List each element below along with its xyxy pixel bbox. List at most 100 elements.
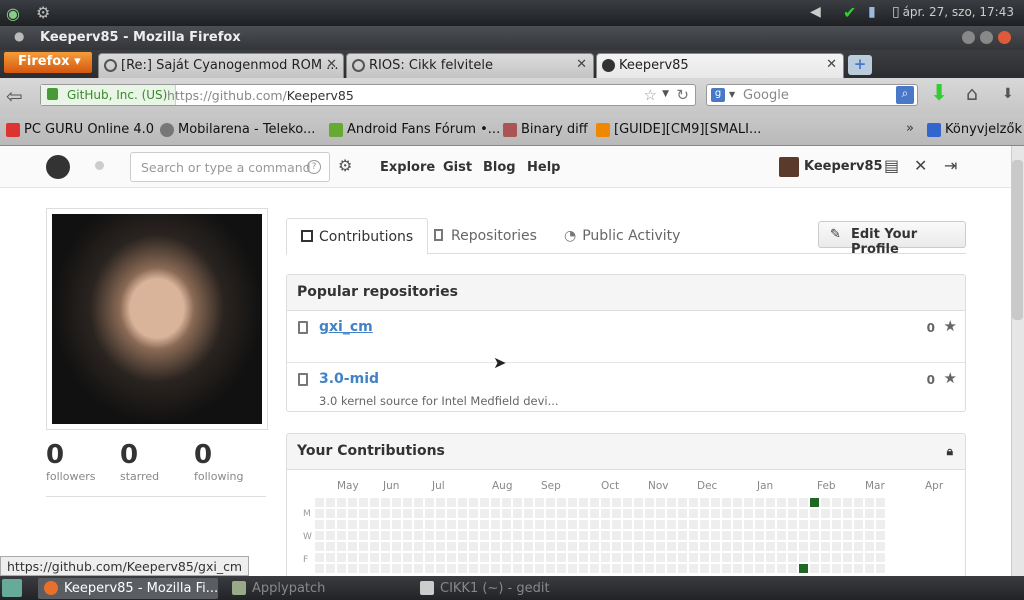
contribution-day-cell[interactable] [590,564,599,573]
contribution-day-cell[interactable] [667,520,676,529]
contribution-day-cell[interactable] [744,498,753,507]
contribution-day-cell[interactable] [480,509,489,518]
contribution-day-cell[interactable] [799,531,808,540]
contribution-day-cell[interactable] [777,509,786,518]
contribution-day-cell[interactable] [634,564,643,573]
repo-link[interactable]: 3.0-mid [319,371,379,387]
contribution-day-cell[interactable] [777,498,786,507]
contribution-day-cell[interactable] [700,509,709,518]
contribution-day-cell[interactable] [832,564,841,573]
contribution-day-cell[interactable] [667,564,676,573]
contribution-day-cell[interactable] [766,564,775,573]
contribution-day-cell[interactable] [414,509,423,518]
contribution-day-cell[interactable] [755,564,764,573]
search-bar[interactable]: g ▼ Google ⌕ [706,84,918,106]
contribution-day-cell[interactable] [876,498,885,507]
contribution-day-cell[interactable] [326,498,335,507]
contribution-day-cell[interactable] [359,531,368,540]
repo-link[interactable]: gxi_cm [319,319,373,335]
contribution-day-cell[interactable] [667,531,676,540]
contribution-day-cell[interactable] [326,531,335,540]
tab-rios[interactable]: RIOS: Cikk felvitele ✕ [346,53,594,78]
contribution-day-cell[interactable] [876,542,885,551]
contribution-day-cell[interactable] [359,498,368,507]
contribution-day-cell[interactable] [436,542,445,551]
contribution-day-cell[interactable] [579,564,588,573]
contribution-day-cell[interactable] [876,520,885,529]
contribution-day-cell[interactable] [744,542,753,551]
close-tab-icon[interactable]: ✕ [576,57,587,72]
contribution-day-cell[interactable] [623,542,632,551]
contribution-day-cell[interactable] [656,520,665,529]
contribution-day-cell[interactable] [315,509,324,518]
bookmark-mobilarena[interactable]: Mobilarena - Teleko... [160,122,315,137]
contribution-day-cell[interactable] [667,498,676,507]
contribution-day-cell[interactable] [645,564,654,573]
contribution-day-cell[interactable] [535,564,544,573]
bookmark-binary-diff[interactable]: Binary diff [503,122,588,137]
contribution-day-cell[interactable] [370,531,379,540]
bookmark-guide-cm9[interactable]: [GUIDE][CM9][SMALI... [596,122,761,137]
contribution-day-cell[interactable] [832,520,841,529]
contribution-day-cell[interactable] [403,498,412,507]
contribution-day-cell[interactable] [634,542,643,551]
contribution-day-cell[interactable] [469,498,478,507]
contribution-day-cell[interactable] [315,542,324,551]
contribution-day-cell[interactable] [711,509,720,518]
contribution-day-cell[interactable] [425,542,434,551]
contribution-day-cell[interactable] [612,542,621,551]
mint-menu-icon[interactable]: ◉ [6,4,20,23]
search-help-icon[interactable]: ? [307,160,321,174]
contribution-day-cell[interactable] [403,531,412,540]
contribution-day-cell[interactable] [755,553,764,562]
contribution-day-cell[interactable] [755,542,764,551]
contribution-day-cell[interactable] [788,553,797,562]
contribution-day-cell[interactable] [733,498,742,507]
contribution-day-cell[interactable] [557,531,566,540]
contribution-day-cell[interactable] [821,520,830,529]
contribution-day-cell[interactable] [623,564,632,573]
contribution-day-cell[interactable] [711,531,720,540]
nav-blog[interactable]: Blog [483,160,516,175]
contribution-day-cell[interactable] [436,509,445,518]
contribution-day-cell[interactable] [722,520,731,529]
contribution-day-cell[interactable] [546,542,555,551]
contribution-day-cell[interactable] [623,531,632,540]
contribution-day-cell[interactable] [315,553,324,562]
nav-help[interactable]: Help [527,160,560,175]
back-arrow-icon[interactable]: ⇦ [6,84,23,108]
contribution-day-cell[interactable] [733,542,742,551]
contribution-day-cell[interactable] [436,553,445,562]
contribution-day-cell[interactable] [700,531,709,540]
contribution-day-cell[interactable] [634,531,643,540]
contribution-day-cell[interactable] [678,498,687,507]
contribution-day-cell[interactable] [491,498,500,507]
contribution-day-cell[interactable] [821,564,830,573]
contribution-day-cell[interactable] [744,553,753,562]
reload-icon[interactable]: ↻ [676,86,689,104]
contribution-day-cell[interactable] [854,520,863,529]
contribution-day-cell[interactable] [755,509,764,518]
contribution-day-cell[interactable] [392,531,401,540]
contribution-day-cell[interactable] [854,531,863,540]
contribution-day-cell[interactable] [601,509,610,518]
contribution-day-cell[interactable] [381,542,390,551]
contribution-day-cell[interactable] [678,542,687,551]
contribution-day-cell[interactable] [755,520,764,529]
contribution-day-cell[interactable] [491,520,500,529]
contribution-day-cell[interactable] [612,498,621,507]
contribution-day-cell[interactable] [337,542,346,551]
contribution-day-cell[interactable] [502,564,511,573]
contribution-day-cell[interactable] [458,531,467,540]
contribution-day-cell[interactable] [403,542,412,551]
contribution-day-cell[interactable] [337,531,346,540]
contribution-day-cell[interactable] [425,520,434,529]
contribution-day-cell[interactable] [524,498,533,507]
contribution-day-cell[interactable] [370,498,379,507]
contribution-day-cell[interactable] [601,564,610,573]
url-bar[interactable]: GitHub, Inc. (US) https://github.com/Kee… [40,84,696,106]
contribution-day-cell[interactable] [348,553,357,562]
contribution-day-cell[interactable] [678,553,687,562]
contribution-day-cell[interactable] [865,542,874,551]
contribution-day-cell[interactable] [359,553,368,562]
